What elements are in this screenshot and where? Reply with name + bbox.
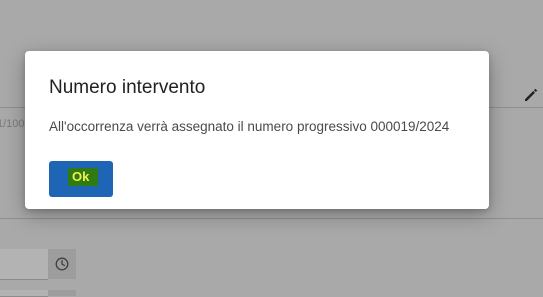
background-partial-text: 1/100 <box>0 118 25 130</box>
background-time-button[interactable] <box>48 249 76 279</box>
clock-icon <box>55 257 69 271</box>
background-time-field[interactable] <box>0 249 48 280</box>
ok-button[interactable]: Ok <box>49 161 113 197</box>
dialog: Numero intervento All'occorrenza verrà a… <box>25 51 489 209</box>
ok-button-label: Ok <box>68 168 98 186</box>
background-button-bottom[interactable] <box>48 290 76 296</box>
background-divider-middle <box>0 218 543 219</box>
dialog-message: All'occorrenza verrà assegnato il numero… <box>49 119 450 134</box>
dialog-title: Numero intervento <box>49 77 206 98</box>
pencil-icon[interactable] <box>522 86 540 104</box>
